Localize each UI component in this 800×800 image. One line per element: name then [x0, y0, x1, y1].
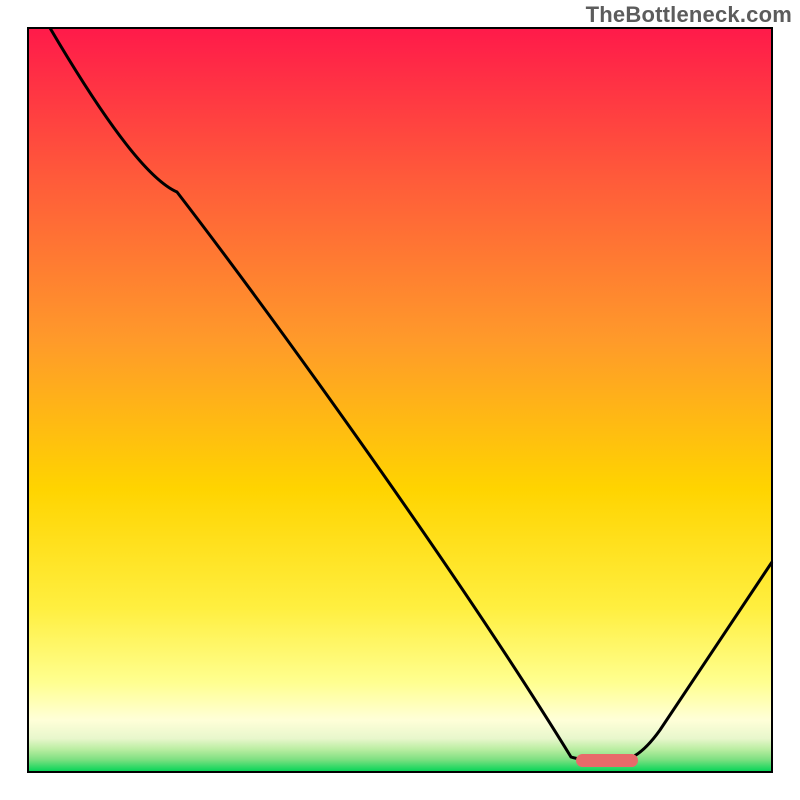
chart-svg [0, 0, 800, 800]
plot-background [28, 28, 772, 772]
chart-container: TheBottleneck.com [0, 0, 800, 800]
watermark-text: TheBottleneck.com [586, 2, 792, 28]
optimal-range-marker [576, 754, 638, 767]
